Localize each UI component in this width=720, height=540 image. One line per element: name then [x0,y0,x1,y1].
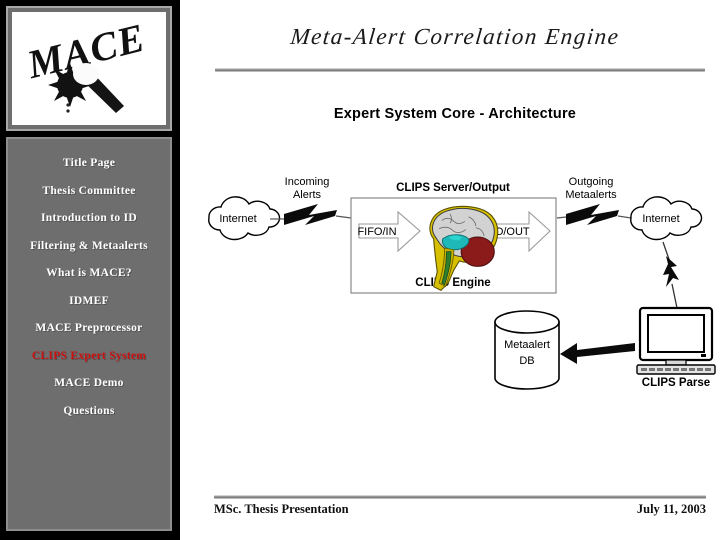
connector-bolt-to-computer [671,283,678,309]
header-divider [215,68,705,72]
page-title: Expert System Core - Architecture [333,106,577,122]
architecture-diagram: Internet Incoming Alerts CLIPS Server/Ou… [185,168,720,403]
internet-right-label: Internet [642,213,679,225]
sidebar-item-mace-demo[interactable]: MACE Demo [8,377,170,389]
footer-right-text: July 11, 2003 [636,502,706,516]
down-lightning-bolt-icon [663,256,679,287]
sidebar-item-mace-preprocessor[interactable]: MACE Preprocessor [8,322,170,334]
sidebar-item-what-is-mace[interactable]: What is MACE? [8,267,170,279]
incoming-lightning-bolt-icon [284,204,337,225]
internet-left-label: Internet [219,213,256,225]
sidebar-item-questions[interactable]: Questions [8,405,170,417]
metaalert-db-label-line2: DB [519,355,534,367]
logo-frame: MACE [6,6,172,131]
clips-server-output-label: CLIPS Server/Output [396,182,510,194]
banner-title: Meta-Alert Correlation Engine [289,24,621,49]
arrow-parse-to-db [560,343,635,364]
clips-parse-computer-icon [636,306,716,375]
architecture-diagram-svg: Internet Incoming Alerts CLIPS Server/Ou… [208,176,716,390]
outgoing-lightning-bolt-icon [566,204,619,225]
sidebar-item-filtering-metaalerts[interactable]: Filtering & Metaalerts [8,240,170,252]
connector-bolt-to-server [335,215,352,219]
footer-left-text: MSc. Thesis Presentation [214,502,349,516]
sidebar-item-idmef[interactable]: IDMEF [8,295,170,307]
clips-parse-label: CLIPS Parse [642,377,710,389]
sidebar-nav: Title Page Thesis Committee Introduction… [6,137,172,531]
footer-divider [214,495,706,499]
fifo-in-label: FIFO/IN [357,226,396,238]
sidebar-item-thesis-committee[interactable]: Thesis Committee [8,185,170,197]
connector-bolt-to-cloud-right [617,215,632,219]
outgoing-metaalerts-label-line1: Outgoing [569,176,614,188]
outgoing-metaalerts-label-line2: Metaalerts [565,189,617,201]
clips-engine-label: CLIPS Engine [415,277,490,289]
incoming-alerts-label-line1: Incoming [285,176,330,188]
connector-server-to-outgoing-bolt [556,216,567,219]
sidebar-item-clips-expert-system[interactable]: CLIPS Expert System [8,350,170,362]
mace-weapon-logo-icon: MACE [22,15,150,113]
mace-logo: MACE [12,12,166,125]
incoming-alerts-label-line2: Alerts [293,189,322,201]
slide-canvas: MACE Title Page Thesis Committee Introdu… [0,0,720,540]
metaalert-db-label-line1: Metaalert [504,339,550,351]
sidebar-item-title-page[interactable]: Title Page [8,157,170,169]
sidebar-item-introduction-to-id[interactable]: Introduction to ID [8,212,170,224]
sidebar: MACE Title Page Thesis Committee Introdu… [0,0,180,540]
